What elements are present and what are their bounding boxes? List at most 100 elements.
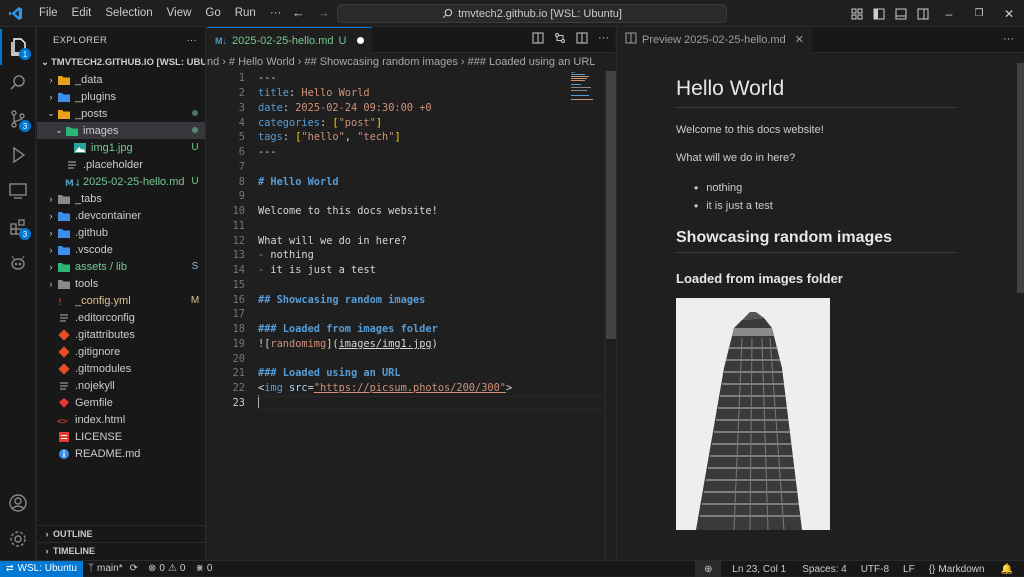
explorer-file[interactable]: .nojekyll [37, 377, 205, 394]
explorer-item-label: .github [75, 226, 109, 239]
explorer-file[interactable]: img1.jpg U [37, 139, 205, 156]
line-number: 2 [238, 87, 245, 100]
explorer-folder[interactable]: › .github [37, 224, 205, 241]
explorer-folder[interactable]: › _data [37, 71, 205, 88]
explorer-item-label: _plugins [75, 90, 116, 103]
ports-indicator[interactable]: ⋇ 0 [190, 563, 217, 574]
explorer-folder[interactable]: ⌄ _posts [37, 105, 205, 122]
toggle-secondary-sidebar-icon[interactable] [912, 8, 934, 20]
folder-icon [57, 261, 71, 273]
explorer-folder[interactable]: › .vscode [37, 241, 205, 258]
explorer-file[interactable]: .gitmodules [37, 360, 205, 377]
code-line: 16 ## Showcasing random images [207, 292, 615, 307]
forward-arrow-icon[interactable]: → [317, 5, 330, 20]
zoom-indicator[interactable]: ⊕ [695, 561, 722, 577]
extensions-icon[interactable]: 3 [0, 209, 36, 245]
menu-file[interactable]: File [32, 0, 65, 27]
menu-selection[interactable]: Selection [98, 0, 159, 27]
branch-indicator[interactable]: ᛉ main* ⟳ [83, 563, 143, 574]
editor-scrollbar[interactable] [605, 71, 616, 560]
tab-preview[interactable]: Preview 2025-02-25-hello.md ✕ [617, 26, 812, 53]
change-dot-icon [187, 108, 203, 119]
source-control-icon[interactable]: 3 [0, 101, 36, 137]
breadcrumb-item[interactable]: ## Showcasing random images [304, 56, 457, 68]
explorer-item-label: images [83, 124, 119, 137]
timeline-section[interactable]: › TIMELINE [37, 542, 206, 559]
breadcrumb-item[interactable]: # Hello World [229, 56, 295, 68]
preview-scrollbar[interactable] [1017, 63, 1024, 293]
indentation[interactable]: Spaces: 4 [797, 564, 851, 575]
unsaved-dot-icon[interactable] [357, 37, 365, 44]
breadcrumb-item[interactable]: ### Loaded using an URL [468, 56, 596, 68]
alien-extension-icon[interactable] [0, 245, 36, 281]
git-branch-icon: ᛉ [88, 563, 95, 574]
explorer-folder[interactable]: › assets / lib S [37, 258, 205, 275]
code-text: img [264, 382, 283, 395]
git-file-icon [57, 328, 71, 341]
workspace-root[interactable]: ⌄ TMVTECH2.GITHUB.IO [WSL: UBUN... [37, 53, 205, 71]
explorer-more-icon[interactable]: ··· [187, 35, 197, 46]
gemfile-icon [57, 397, 71, 409]
menu-go[interactable]: Go [198, 0, 227, 27]
minimap[interactable] [571, 71, 601, 101]
menu-view[interactable]: View [160, 0, 199, 27]
explorer-item-label: _config.yml [75, 294, 131, 307]
explorer-icon[interactable]: 1 [0, 29, 36, 65]
encoding[interactable]: UTF-8 [856, 564, 894, 575]
preview-more-icon[interactable]: ··· [1003, 33, 1014, 45]
end-of-line[interactable]: LF [898, 564, 920, 575]
outline-section[interactable]: › OUTLINE [37, 525, 206, 542]
open-changes-icon[interactable] [554, 32, 566, 47]
problems-indicator[interactable]: ⊗ 0 ⚠ 0 [143, 563, 190, 574]
chevron-right-icon: › [49, 210, 53, 221]
restore-icon[interactable]: ❐ [964, 8, 994, 19]
remote-explorer-icon[interactable] [0, 173, 36, 209]
menu-run[interactable]: Run [228, 0, 263, 27]
run-debug-icon[interactable] [0, 137, 36, 173]
language-mode[interactable]: {} Markdown [924, 564, 990, 575]
cursor-position[interactable]: Ln 23, Col 1 [727, 564, 791, 575]
breadcrumb-item[interactable]: nd [207, 56, 219, 68]
explorer-folder[interactable]: › _plugins [37, 88, 205, 105]
explorer-file[interactable]: .gitignore [37, 343, 205, 360]
git-status-badge: U [191, 142, 199, 153]
explorer-file[interactable]: Gemfile [37, 394, 205, 411]
command-center[interactable]: tmvtech2.github.io [WSL: Ubuntu] [337, 4, 727, 23]
editor-more-icon[interactable]: ··· [598, 32, 609, 47]
toggle-panel-icon[interactable] [890, 8, 912, 20]
minimize-icon[interactable]: – [934, 7, 964, 21]
notifications[interactable]: 🔔 [996, 564, 1018, 575]
explorer-file[interactable]: .editorconfig [37, 309, 205, 326]
close-window-icon[interactable]: ✕ [994, 7, 1024, 21]
explorer-file[interactable]: .placeholder [37, 156, 205, 173]
explorer-folder[interactable]: › _tabs [37, 190, 205, 207]
scrollbar-thumb[interactable] [606, 71, 616, 339]
open-preview-side-icon[interactable] [532, 32, 544, 47]
menu-more[interactable]: ··· [263, 0, 289, 27]
explorer-file[interactable]: <> index.html [37, 411, 205, 428]
explorer-file[interactable]: LICENSE [37, 428, 205, 445]
remote-indicator[interactable]: ⇄ WSL: Ubuntu [0, 560, 84, 577]
explorer-file[interactable]: ! _config.yml M [37, 292, 205, 309]
explorer-folder[interactable]: › tools [37, 275, 205, 292]
toggle-sidebar-icon[interactable] [868, 8, 890, 20]
close-tab-icon[interactable]: ✕ [795, 33, 804, 46]
explorer-file[interactable]: M↓ 2025-02-25-hello.md U [37, 173, 205, 190]
outline-label: OUTLINE [53, 529, 93, 539]
explorer-folder[interactable]: › .devcontainer [37, 207, 205, 224]
search-view-icon[interactable] [0, 65, 36, 101]
settings-gear-icon[interactable] [0, 521, 36, 557]
code-editor[interactable]: 1 --- 2 title: Hello World 3 date: 2025-02-… [207, 71, 615, 411]
explorer-folder[interactable]: ⌄ images [37, 122, 205, 139]
customize-layout-icon[interactable] [846, 8, 868, 20]
menu-edit[interactable]: Edit [65, 0, 99, 27]
file-icon [57, 312, 71, 324]
preview-icon [625, 32, 637, 47]
split-editor-icon[interactable] [576, 32, 588, 47]
explorer-file[interactable]: README.md [37, 445, 205, 462]
account-icon[interactable] [0, 485, 36, 521]
tab-hello-md[interactable]: M↓ 2025-02-25-hello.md U [207, 27, 373, 53]
explorer-file[interactable]: .gitattributes [37, 326, 205, 343]
back-arrow-icon[interactable]: ← [292, 5, 305, 20]
menu-bar: File Edit Selection View Go Run ··· [32, 0, 288, 27]
